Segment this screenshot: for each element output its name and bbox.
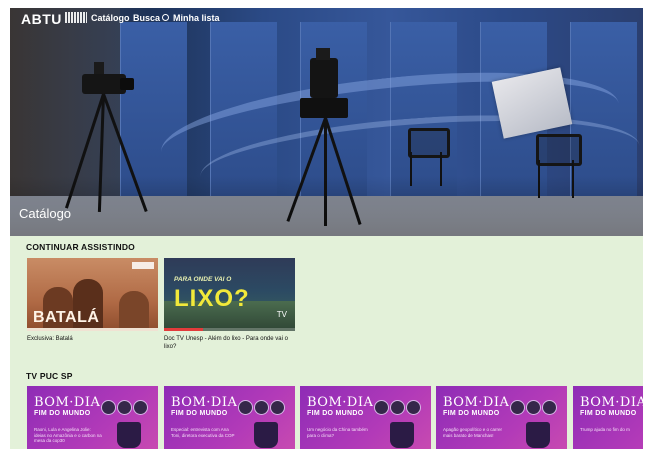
- mug-icon: [526, 422, 550, 448]
- avatar: [133, 400, 148, 415]
- hero-banner: ABTU Catálogo Busca Minha lista Catálogo: [10, 8, 643, 236]
- hero-title: Catálogo: [19, 206, 72, 221]
- thumb-title: BOM·DIA,: [443, 395, 514, 410]
- nav-catalogo[interactable]: Catálogo: [91, 13, 130, 23]
- mug-icon: [117, 422, 141, 448]
- avatar: [406, 400, 421, 415]
- thumb-title: BOM·DIA,: [307, 395, 378, 410]
- brand-logo[interactable]: ABTU: [21, 11, 62, 27]
- video-card-lixo[interactable]: PARA ONDE VAI O LIXO? TV: [164, 258, 295, 331]
- watch-progress: [164, 328, 295, 331]
- thumb-description: Apagão geopolítico e o carrer mais barat…: [443, 427, 503, 438]
- avatar: [390, 400, 405, 415]
- thumb-subtitle: FIM DO MUNDO: [443, 410, 500, 417]
- video-caption[interactable]: Exclusiva: Batalá: [27, 335, 158, 343]
- watch-progress-fill: [164, 328, 204, 331]
- avatar: [117, 400, 132, 415]
- thumb-subtitle: FIM DO MUNDO: [171, 410, 228, 417]
- hero-shade: [10, 176, 643, 236]
- thumb-subtitle: FIM DO MUNDO: [580, 410, 637, 417]
- thumb-title: BATALÁ: [33, 309, 100, 326]
- thumb-description: Raoni, Lula e Angelina Jolie: ideias no …: [34, 427, 102, 443]
- host-avatars: [238, 400, 286, 420]
- nav-busca-label: Busca: [133, 13, 161, 23]
- chair-icon: [408, 128, 450, 158]
- avatar: [542, 400, 557, 415]
- tv-unesp-badge: TV: [276, 310, 287, 319]
- thumb-description: Um negócio da China também para o clima?: [307, 427, 368, 438]
- chair-icon: [536, 134, 582, 166]
- avatar: [374, 400, 389, 415]
- video-caption[interactable]: Doc TV Unesp - Além do lixo - Para onde …: [164, 335, 290, 351]
- avatar: [270, 400, 285, 415]
- thumb-title: LIXO?: [174, 285, 250, 312]
- video-card-bom-dia[interactable]: BOM·DIA, FIM DO MUNDO Raoni, Lula e Angeli…: [27, 386, 158, 449]
- thumb-subtitle: FIM DO MUNDO: [307, 410, 364, 417]
- section-title-tvpuc: TV PUC SP: [26, 371, 73, 381]
- video-card-bom-dia[interactable]: BOM·DIA, FIM DO MUNDO Apagão geopolítico e…: [436, 386, 567, 449]
- thumb-subtitle: FIM DO MUNDO: [34, 410, 91, 417]
- video-card-bom-dia[interactable]: BOM·DIA, FIM DO MUNDO Especial: entrevista…: [164, 386, 295, 449]
- host-avatars: [101, 400, 149, 420]
- app-frame: ABTU Catálogo Busca Minha lista Catálogo…: [10, 8, 643, 449]
- channel-tag: [132, 262, 154, 269]
- host-avatars: [374, 400, 422, 420]
- thumb-description: Especial: entrevista com Ana Toni, diret…: [171, 427, 235, 438]
- avatar: [254, 400, 269, 415]
- thumb-description: Trump ajuda no fim do m: [580, 427, 630, 432]
- video-card-bom-dia[interactable]: BOM·DIA, FIM DO MUNDO Um negócio da China …: [300, 386, 431, 449]
- person-figure: [119, 291, 149, 331]
- nav-minha-lista[interactable]: Minha lista: [173, 13, 220, 23]
- thumb-bar: [27, 328, 158, 331]
- thumb-title: BOM·DIA,: [34, 395, 105, 410]
- thumb-question: PARA ONDE VAI O: [174, 276, 232, 283]
- avatar: [238, 400, 253, 415]
- avatar: [510, 400, 525, 415]
- section-title-continue: CONTINUAR ASSISTINDO: [26, 242, 135, 252]
- video-card-bom-dia[interactable]: BOM·DIA,FIM DO MUNDO Trump ajuda no fim d…: [573, 386, 643, 449]
- video-card-batala[interactable]: BATALÁ: [27, 258, 158, 331]
- avatar: [101, 400, 116, 415]
- thumb-title: BOM·DIA,: [580, 395, 643, 410]
- search-icon: [162, 14, 170, 21]
- host-avatars: [510, 400, 558, 420]
- brand-logo-mark-icon: [65, 12, 87, 23]
- avatar: [526, 400, 541, 415]
- top-nav: ABTU Catálogo Busca Minha lista: [10, 8, 643, 30]
- mug-icon: [390, 422, 414, 448]
- mug-icon: [254, 422, 278, 448]
- nav-busca[interactable]: Busca: [133, 13, 170, 23]
- thumb-title: BOM·DIA,: [171, 395, 242, 410]
